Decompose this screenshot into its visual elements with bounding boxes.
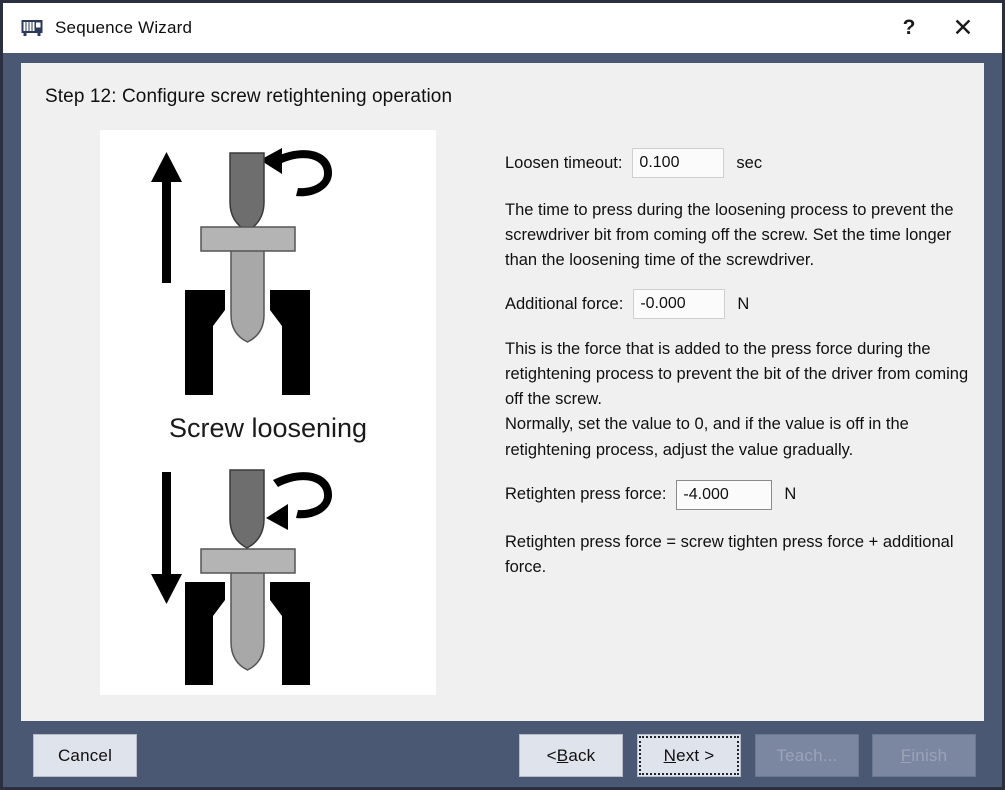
help-button[interactable]: ? [882, 3, 936, 53]
additional-force-row: Additional force: N [505, 289, 975, 319]
retighten-press-force-input[interactable] [676, 480, 772, 510]
workpiece-left-block [185, 290, 225, 395]
screw-head-plate [201, 549, 295, 573]
screw-loosening-caption: Screw loosening [169, 413, 367, 443]
back-button-suffix: ack [568, 746, 595, 766]
additional-force-label: Additional force: [505, 295, 623, 314]
driver-bit-shape [230, 153, 264, 231]
illustration-panel: Screw loosening [100, 130, 436, 695]
loosen-timeout-input[interactable] [632, 148, 724, 178]
back-button-prefix: < [547, 746, 557, 766]
screw-loosening-figure: Screw loosening [151, 148, 367, 443]
retighten-press-force-row: Retighten press force: N [505, 480, 975, 510]
up-arrow-icon [151, 152, 182, 283]
loosen-timeout-row: Loosen timeout: sec [505, 148, 975, 178]
next-button[interactable]: Next > [637, 734, 741, 777]
back-button[interactable]: < Back [519, 734, 623, 777]
screw-head-plate [201, 227, 295, 251]
footer-button-bar: Cancel < Back Next > Teach... Finish [3, 731, 1002, 787]
screw-retightening-figure: Screw retightening [151, 470, 380, 695]
close-button[interactable]: ✕ [936, 3, 990, 53]
workpiece-right-block [270, 582, 310, 685]
wizard-frame: Step 12: Configure screw retightening op… [3, 53, 1002, 787]
additional-force-input[interactable] [633, 289, 725, 319]
additional-force-description: This is the force that is added to the p… [505, 337, 975, 462]
finish-button[interactable]: Finish [872, 734, 976, 777]
workpiece-left-block [185, 582, 225, 685]
next-button-accel: N [664, 746, 676, 766]
retighten-press-force-label: Retighten press force: [505, 485, 666, 504]
rotation-arrow-head-icon [266, 504, 288, 530]
cancel-button-label: Cancel [58, 746, 112, 766]
window-title: Sequence Wizard [55, 18, 192, 38]
teach-button[interactable]: Teach... [755, 734, 859, 777]
loosen-timeout-description: The time to press during the loosening p… [505, 198, 975, 273]
spacer [505, 273, 975, 289]
screw-operation-diagram: Screw loosening [100, 130, 436, 695]
cancel-button[interactable]: Cancel [33, 734, 137, 777]
spacer [505, 178, 975, 198]
controller-module-icon [19, 15, 45, 41]
back-button-accel: B [557, 746, 569, 766]
next-button-suffix: ext > [676, 746, 714, 766]
settings-form: Loosen timeout: sec The time to press du… [505, 148, 975, 580]
workpiece-right-block [270, 290, 310, 395]
loosen-timeout-label: Loosen timeout: [505, 154, 622, 173]
teach-button-label: Teach... [776, 746, 837, 766]
additional-force-unit: N [737, 295, 749, 314]
sequence-wizard-window: Sequence Wizard ? ✕ Step 12: Configure s… [0, 0, 1005, 790]
page-title: Step 12: Configure screw retightening op… [45, 86, 452, 108]
finish-button-accel: F [901, 746, 912, 766]
loosen-timeout-unit: sec [736, 154, 762, 173]
content-panel: Step 12: Configure screw retightening op… [21, 63, 984, 721]
finish-button-suffix: inish [911, 746, 947, 766]
retighten-press-force-unit: N [784, 485, 796, 504]
spacer [505, 463, 975, 480]
retighten-press-force-description: Retighten press force = screw tighten pr… [505, 530, 975, 580]
spacer [505, 510, 975, 530]
driver-bit-shape [230, 470, 264, 548]
down-arrow-icon [151, 472, 182, 604]
title-bar: Sequence Wizard ? ✕ [3, 3, 1002, 53]
spacer [505, 319, 975, 337]
